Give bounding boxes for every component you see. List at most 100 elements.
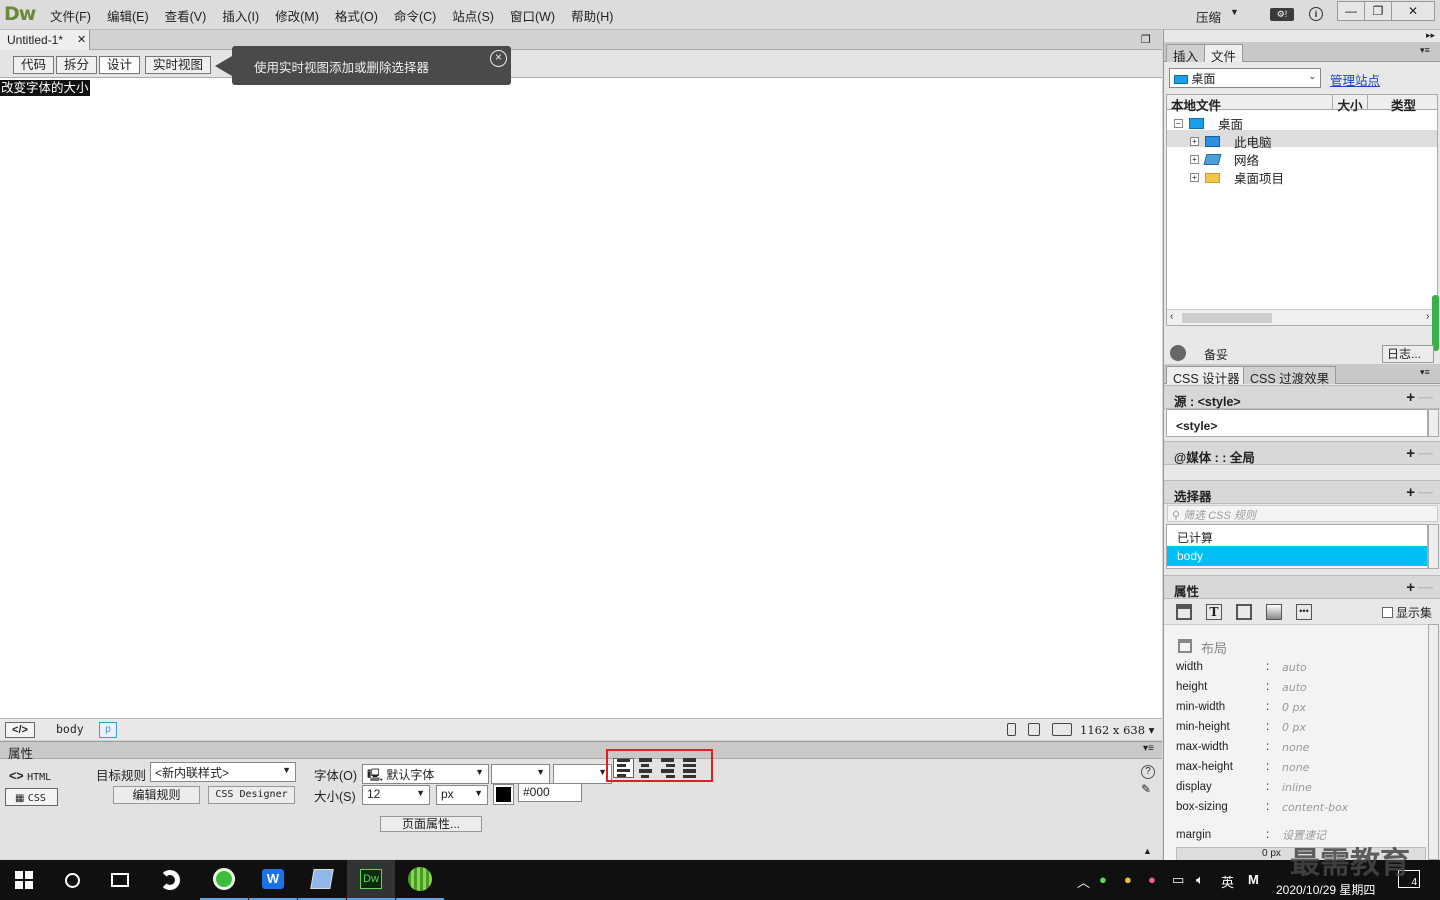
menu-file[interactable]: 文件(F) bbox=[42, 6, 99, 25]
remove-selector-icon[interactable]: — bbox=[1418, 484, 1433, 501]
collapse-icon[interactable]: − bbox=[1174, 119, 1183, 128]
tab-insert[interactable]: 插入 bbox=[1166, 44, 1206, 64]
tag-body[interactable]: body bbox=[56, 722, 84, 736]
sync-settings-icon[interactable]: ⚙! bbox=[1270, 8, 1294, 21]
tree-node-network[interactable]: + 网络 bbox=[1190, 150, 1259, 169]
qq-icon[interactable]: ● bbox=[1124, 872, 1132, 887]
desktop-size-icon[interactable] bbox=[1052, 723, 1072, 736]
tooltip-close-icon[interactable]: × bbox=[490, 50, 507, 67]
tree-node-this-pc[interactable]: + 此电脑 bbox=[1190, 132, 1272, 151]
page-properties-button[interactable]: 页面属性... bbox=[380, 816, 482, 832]
selected-paragraph-text[interactable]: 改变字体的大小 bbox=[0, 80, 90, 96]
background-category-icon[interactable] bbox=[1266, 604, 1282, 620]
scroll-right-icon[interactable]: › bbox=[1426, 311, 1429, 322]
log-button[interactable]: 日志... bbox=[1382, 345, 1434, 363]
prop-value[interactable]: 0 px bbox=[1282, 721, 1306, 734]
text-color-picker[interactable] bbox=[493, 784, 514, 805]
add-source-icon[interactable]: + bbox=[1406, 389, 1415, 406]
chevron-down-icon[interactable]: ▼ bbox=[1230, 7, 1239, 17]
tab-files[interactable]: 文件 bbox=[1204, 44, 1244, 64]
margin-top-value[interactable]: 0 px bbox=[1262, 848, 1281, 859]
prop-row-height[interactable]: height: auto bbox=[1176, 677, 1426, 697]
expand-icon[interactable]: + bbox=[1190, 137, 1199, 146]
restore-button[interactable]: ❐ bbox=[1364, 1, 1392, 21]
selector-item-computed[interactable]: 已计算 bbox=[1177, 529, 1213, 546]
column-size[interactable]: 大小 bbox=[1333, 95, 1368, 113]
taskbar-app-pinwheel[interactable] bbox=[146, 860, 194, 900]
minimize-button[interactable]: — bbox=[1337, 1, 1365, 21]
align-justify-icon[interactable] bbox=[679, 758, 700, 778]
tray-expand-icon[interactable]: ︿ bbox=[1077, 872, 1090, 891]
document-tab[interactable]: Untitled-1* ✕ bbox=[0, 30, 90, 50]
css-mode-button[interactable]: ▦ CSS bbox=[5, 788, 58, 806]
target-rule-select[interactable]: <新内联样式> ▼ bbox=[150, 762, 296, 782]
prop-row-min-width[interactable]: min-width:0 px bbox=[1176, 697, 1426, 717]
tab-close-icon[interactable]: ✕ bbox=[77, 33, 86, 46]
scroll-left-icon[interactable]: ‹ bbox=[1170, 311, 1173, 322]
taskbar-app-browser[interactable] bbox=[200, 860, 248, 900]
layout-category-icon[interactable] bbox=[1176, 604, 1192, 620]
color-hex-input[interactable]: #000 bbox=[518, 783, 582, 802]
quick-edit-icon[interactable]: ✎ bbox=[1141, 782, 1151, 796]
design-view-button[interactable]: 设计 bbox=[99, 56, 141, 74]
align-center-icon[interactable] bbox=[635, 758, 656, 778]
remove-media-icon[interactable]: — bbox=[1418, 445, 1433, 462]
source-item[interactable]: <style> bbox=[1176, 419, 1217, 433]
taskbar-app-wps[interactable]: W bbox=[249, 860, 297, 900]
taskbar-date[interactable]: 2020/10/29 星期四 bbox=[1276, 881, 1375, 898]
prop-value[interactable]: auto bbox=[1282, 681, 1307, 694]
add-media-icon[interactable]: + bbox=[1406, 445, 1415, 462]
panel-menu-icon[interactable]: ▾≡ bbox=[1420, 367, 1430, 378]
vertical-scrollbar[interactable] bbox=[1428, 624, 1439, 860]
font-weight-select[interactable]: ▼ bbox=[553, 764, 612, 784]
prop-value[interactable]: 0 px bbox=[1282, 701, 1306, 714]
help-icon[interactable]: ? bbox=[1141, 765, 1155, 779]
menu-edit[interactable]: 编辑(E) bbox=[99, 6, 157, 25]
prop-value[interactable]: content-box bbox=[1282, 801, 1348, 814]
column-local-files[interactable]: 本地文件 bbox=[1167, 95, 1333, 113]
volume-icon[interactable]: 🔈︎ bbox=[1196, 872, 1204, 888]
selector-filter-input[interactable]: ⚲ 筛选 CSS 规则 bbox=[1167, 505, 1438, 522]
ime-language[interactable]: 英 bbox=[1221, 872, 1234, 891]
menu-view[interactable]: 查看(V) bbox=[157, 6, 215, 25]
taskbar-app-dreamweaver[interactable]: Dw bbox=[347, 860, 395, 900]
edit-rule-button[interactable]: 编辑规则 bbox=[113, 786, 200, 804]
design-view-canvas[interactable] bbox=[0, 30, 1162, 740]
prop-value[interactable]: none bbox=[1282, 761, 1309, 774]
text-category-icon[interactable]: T bbox=[1206, 604, 1222, 620]
vertical-scrollbar[interactable] bbox=[1428, 524, 1439, 569]
tag-selector-icon[interactable]: </> bbox=[5, 722, 35, 738]
menu-window[interactable]: 窗口(W) bbox=[502, 6, 563, 25]
menu-site[interactable]: 站点(S) bbox=[444, 6, 502, 25]
align-left-icon[interactable] bbox=[613, 758, 634, 778]
live-view-button[interactable]: 实时视图 bbox=[145, 56, 212, 74]
manage-sites-link[interactable]: 管理站点 bbox=[1330, 70, 1380, 89]
collapse-arrow-icon[interactable]: ▲ bbox=[1143, 846, 1152, 856]
horizontal-scrollbar[interactable]: ‹ › bbox=[1167, 309, 1437, 325]
vertical-scrollbar[interactable] bbox=[1428, 409, 1439, 437]
prop-row-box-sizing[interactable]: box-sizing: content-box bbox=[1176, 797, 1426, 817]
start-button[interactable] bbox=[0, 860, 48, 900]
menu-commands[interactable]: 命令(C) bbox=[386, 6, 444, 25]
tab-css-transitions[interactable]: CSS 过渡效果 bbox=[1243, 366, 1337, 386]
selector-item-body[interactable]: body bbox=[1167, 546, 1427, 566]
menu-help[interactable]: 帮助(H) bbox=[563, 6, 621, 25]
menu-insert[interactable]: 插入(I) bbox=[214, 6, 267, 25]
info-icon[interactable]: i bbox=[1309, 7, 1323, 21]
panel-menu-icon[interactable]: ▾≡ bbox=[1143, 743, 1154, 754]
site-location-select[interactable]: 桌面 ⌄ bbox=[1169, 68, 1321, 88]
expand-icon[interactable]: + bbox=[1190, 173, 1199, 182]
show-set-checkbox[interactable]: 显示集 bbox=[1382, 604, 1432, 621]
search-button[interactable] bbox=[48, 860, 96, 900]
code-view-button[interactable]: 代码 bbox=[13, 56, 55, 74]
wechat-icon[interactable]: ● bbox=[1099, 872, 1107, 887]
font-select[interactable]: 🖳 默认字体 ▼ bbox=[362, 764, 489, 784]
prop-row-width[interactable]: width: auto bbox=[1176, 657, 1426, 677]
prop-row-min-height[interactable]: min-height:0 px bbox=[1176, 717, 1426, 737]
connect-icon[interactable] bbox=[1170, 345, 1186, 361]
prop-value[interactable]: auto bbox=[1282, 661, 1307, 674]
task-view-button[interactable] bbox=[96, 860, 144, 900]
prop-value[interactable]: none bbox=[1282, 741, 1309, 754]
menu-modify[interactable]: 修改(M) bbox=[267, 6, 327, 25]
tag-p[interactable]: p bbox=[99, 722, 117, 738]
